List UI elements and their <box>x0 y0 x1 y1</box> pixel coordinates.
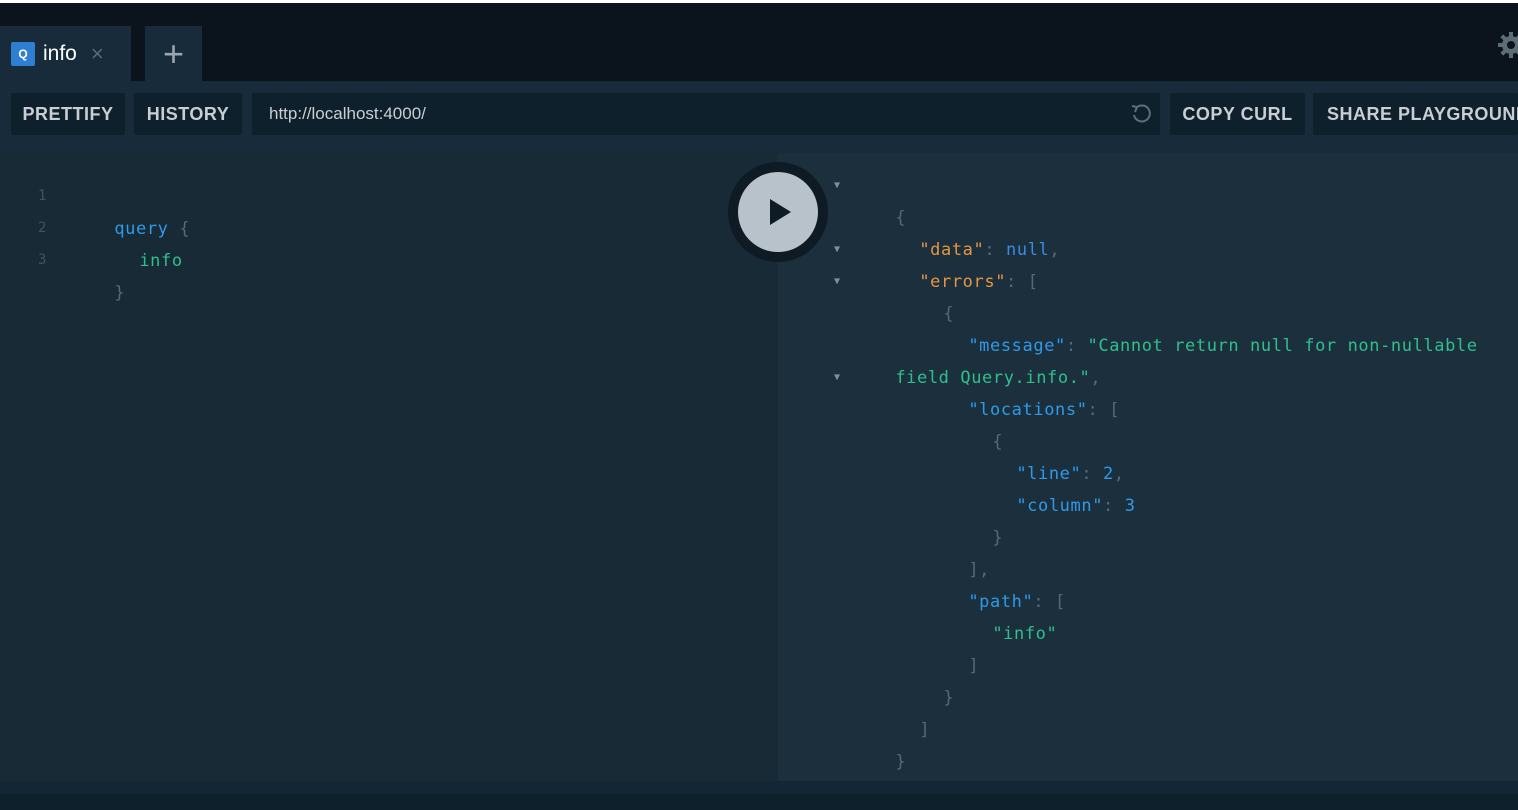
result-line: } <box>949 490 1003 548</box>
result-viewer: ▼ { "data": null, ▼ "errors": [ ▼ { "mes… <box>778 153 1518 781</box>
copy-curl-button[interactable]: COPY CURL <box>1170 93 1305 135</box>
collapse-arrow-icon[interactable]: ▼ <box>834 170 841 202</box>
json-string: "info" <box>992 624 1058 644</box>
endpoint-url-input[interactable]: http://localhost:4000/ <box>252 93 1160 135</box>
result-line: "data": null, <box>876 202 1060 260</box>
json-bracket: [ <box>1109 400 1121 420</box>
result-line: "path": [ <box>925 554 1066 612</box>
result-line: "errors": [ <box>876 234 1039 292</box>
play-icon <box>770 199 791 225</box>
json-colon: : <box>1087 400 1110 420</box>
collapse-arrow-icon[interactable]: ▼ <box>834 234 841 266</box>
reload-icon[interactable] <box>1130 103 1152 125</box>
close-icon[interactable]: × <box>91 43 104 65</box>
json-colon: : <box>1006 272 1028 292</box>
result-line: { <box>900 266 954 324</box>
result-line: "column": 3 <box>973 458 1136 516</box>
result-line: ] <box>876 682 930 740</box>
prettify-button[interactable]: PRETTIFY <box>11 93 125 135</box>
query-badge: Q <box>11 42 35 66</box>
result-line: "line": 2, <box>973 426 1125 484</box>
result-line: "locations": [ <box>925 362 1120 420</box>
code-line: } <box>71 245 125 303</box>
json-number: 3 <box>1124 496 1136 516</box>
json-key-column: "column" <box>1016 496 1104 516</box>
play-button-circle[interactable] <box>738 172 818 252</box>
result-line: field Query.info.", <box>852 330 1101 388</box>
result-line: ], <box>925 522 990 580</box>
query-field: info <box>139 251 183 271</box>
close-brace: } <box>114 283 126 303</box>
execute-query-button[interactable] <box>728 162 828 262</box>
result-line: { <box>949 394 1003 452</box>
share-playground-button[interactable]: SHARE PLAYGROUND <box>1313 93 1518 135</box>
endpoint-url-text: http://localhost:4000/ <box>269 104 426 123</box>
json-bracket: ] <box>968 656 980 676</box>
json-string: "Cannot return null for non-nullable <box>1087 336 1478 356</box>
result-line: ] <box>925 618 979 676</box>
json-bracket: [ <box>1027 272 1039 292</box>
new-tab-button[interactable]: + <box>145 26 202 82</box>
query-editor[interactable]: 1 2 3 query { info } <box>0 153 778 781</box>
tab-label: info <box>43 42 77 65</box>
line-number: 3 <box>38 252 47 268</box>
result-line: { <box>852 170 906 228</box>
result-line: "message": "Cannot return null for non-n… <box>925 298 1478 356</box>
history-button[interactable]: HISTORY <box>134 93 242 135</box>
json-brace: } <box>895 752 907 772</box>
json-bracket: ] <box>919 720 931 740</box>
json-brace: } <box>992 528 1004 548</box>
result-line: "info" <box>949 586 1057 644</box>
tab-bar: Q info × + <box>0 3 1518 82</box>
line-number: 2 <box>38 220 47 236</box>
collapse-arrow-icon[interactable]: ▼ <box>834 362 841 394</box>
json-brace: } <box>943 688 955 708</box>
bottom-bar <box>0 781 1518 794</box>
json-comma: , <box>1049 240 1061 260</box>
result-line: } <box>900 650 954 708</box>
gear-icon[interactable] <box>1498 30 1518 60</box>
line-number: 1 <box>38 188 47 204</box>
collapse-arrow-icon[interactable]: ▼ <box>834 266 841 298</box>
result-line: } <box>852 714 906 772</box>
code-line: info <box>96 213 183 271</box>
code-line: query { <box>71 181 190 239</box>
tab-info[interactable]: Q info × <box>0 26 131 82</box>
json-colon: : <box>1103 496 1125 516</box>
toolbar: PRETTIFY HISTORY http://localhost:4000/ … <box>0 81 1518 153</box>
